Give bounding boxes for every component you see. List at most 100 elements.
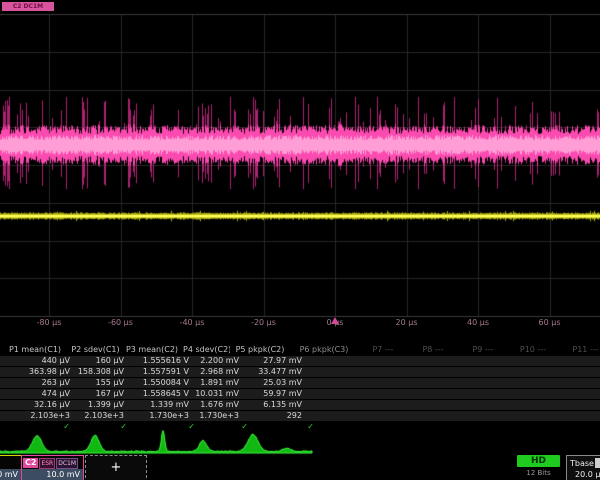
c2-descriptor[interactable]: C2 ESR DC1M 10.0 mV (21, 455, 84, 480)
measure-value-cell (305, 389, 376, 399)
measure-value-cell: 167 µV (73, 389, 127, 399)
time-axis-label: -60 µs (108, 318, 133, 327)
measure-value-cell: 6.135 mV (242, 400, 305, 410)
status-empty-cell (562, 422, 600, 432)
measure-value-cell (535, 356, 588, 366)
measure-value-cell: 1.730e+3 (127, 411, 192, 421)
measure-value-cell: 1.730e+3 (192, 411, 242, 421)
measure-value-cell: 1.676 mV (192, 400, 242, 410)
top-left-trace-badge: C2 DC1M (2, 2, 54, 11)
measure-header-3[interactable]: P3 mean(C2) (121, 345, 183, 355)
plus-icon: + (111, 460, 122, 475)
measure-value-cell: 27.97 mV (242, 356, 305, 366)
status-check-icon: ✓ (201, 422, 254, 432)
measure-value-cell: 33.477 mV (242, 367, 305, 377)
measure-header-5[interactable]: P5 pkpk(C2) (230, 345, 290, 355)
measure-value-cell (535, 367, 588, 377)
measure-header-2[interactable]: P2 sdev(C1) (70, 345, 121, 355)
measure-value-cell (376, 367, 429, 377)
status-check-icon: ✓ (76, 422, 133, 432)
time-axis-label: -80 µs (37, 318, 62, 327)
measure-value-cell (482, 400, 535, 410)
time-axis-label: -40 µs (180, 318, 205, 327)
measure-value-cell: 2.103e+3 (73, 411, 127, 421)
c1-scale-value: 10.0 mV (0, 469, 21, 480)
c1-descriptor[interactable]: C1 DC1M 10.0 mV (0, 455, 22, 480)
measure-value-cell (535, 389, 588, 399)
measure-value-cell (482, 356, 535, 366)
measure-value-cell (376, 356, 429, 366)
measure-value-cell (588, 378, 600, 388)
measure-value-cell (305, 378, 376, 388)
measure-value-cell: 155 µV (73, 378, 127, 388)
measurement-table: P1 mean(C1)P2 sdev(C1)P3 mean(C2)P4 sdev… (0, 345, 600, 433)
measure-value-cell (305, 400, 376, 410)
measure-value-cell: 1.891 mV (192, 378, 242, 388)
status-check-icon: ✓ (0, 422, 76, 432)
measure-value-cell (429, 356, 482, 366)
tbase-label: Tbase (570, 459, 594, 468)
measure-value-cell (588, 411, 600, 421)
measure-header-6[interactable]: P6 pkpk(C3) (290, 345, 358, 355)
measure-value-cell (429, 367, 482, 377)
measure-header-8[interactable]: P8 --- (408, 345, 458, 355)
measure-value-cell: 1.550084 V (127, 378, 192, 388)
time-axis-label: 40 µs (467, 318, 489, 327)
measure-value-cell: 1.399 µV (73, 400, 127, 410)
measure-header-4[interactable]: P4 sdev(C2) (183, 345, 230, 355)
hd-badge: HD (517, 455, 560, 467)
status-empty-cell (450, 422, 506, 432)
measure-value-cell (535, 411, 588, 421)
measure-value-cell (535, 378, 588, 388)
measure-value-cell: 263 µV (0, 378, 73, 388)
measure-value-cell: 1.339 mV (127, 400, 192, 410)
measure-value-cell (429, 389, 482, 399)
measure-value-cell (429, 411, 482, 421)
measure-value-cell: 59.97 mV (242, 389, 305, 399)
c2-channel-badge: C2 (23, 458, 38, 468)
time-axis-label: -20 µs (251, 318, 276, 327)
measure-value-cell (588, 400, 600, 410)
measure-value-cell: 1.555616 V (127, 356, 192, 366)
measure-value-cell: 440 µV (0, 356, 73, 366)
measure-header-9[interactable]: P9 --- (458, 345, 508, 355)
c2-coupling-label: DC1M (56, 458, 78, 469)
measure-value-cell: 363.98 µV (0, 367, 73, 377)
measure-value-cell: 25.03 mV (242, 378, 305, 388)
measure-header-10[interactable]: P10 --- (508, 345, 558, 355)
measure-header-7[interactable]: P7 --- (358, 345, 408, 355)
time-axis-label: 60 µs (539, 318, 561, 327)
add-trace-box[interactable]: + (85, 455, 147, 480)
measure-value-cell: 160 µV (73, 356, 127, 366)
measure-value-cell (588, 356, 600, 366)
tbase-extra-field (595, 458, 600, 468)
measure-header-11[interactable]: P11 --- (558, 345, 600, 355)
measure-value-cell: 1.558645 V (127, 389, 192, 399)
status-check-icon: ✓ (254, 422, 320, 432)
time-axis: -100 µs-80 µs-60 µs-40 µs-20 µs0 µs20 µs… (0, 318, 600, 329)
status-check-icon: ✓ (133, 422, 201, 432)
measure-value-cell (482, 411, 535, 421)
measure-value-cell (376, 411, 429, 421)
adc-bits-label: 12 Bits (517, 469, 560, 477)
measure-value-cell: 474 µV (0, 389, 73, 399)
measure-value-cell: 32.16 µV (0, 400, 73, 410)
time-axis-label: 20 µs (396, 318, 418, 327)
measure-value-cell (429, 400, 482, 410)
timebase-descriptor[interactable]: Tbase 20.0 µs/div (566, 455, 600, 480)
measure-value-cell (376, 400, 429, 410)
trigger-time-marker[interactable] (331, 317, 339, 324)
c2-scale-value: 10.0 mV (22, 469, 83, 480)
measure-value-cell (305, 411, 376, 421)
measure-value-cell: 2.968 mV (192, 367, 242, 377)
measure-value-cell (482, 389, 535, 399)
oscilloscope-screen: C2 DC1M -100 µs-80 µs-60 µs-40 µs-20 µs0… (0, 0, 600, 480)
measure-value-cell (305, 356, 376, 366)
measure-value-cell: 158.308 µV (73, 367, 127, 377)
measure-header-1[interactable]: P1 mean(C1) (0, 345, 70, 355)
status-empty-cell (506, 422, 562, 432)
measure-value-cell (535, 400, 588, 410)
measure-value-cell: 10.031 mV (192, 389, 242, 399)
measure-value-cell (376, 378, 429, 388)
measure-value-cell: 1.557591 V (127, 367, 192, 377)
